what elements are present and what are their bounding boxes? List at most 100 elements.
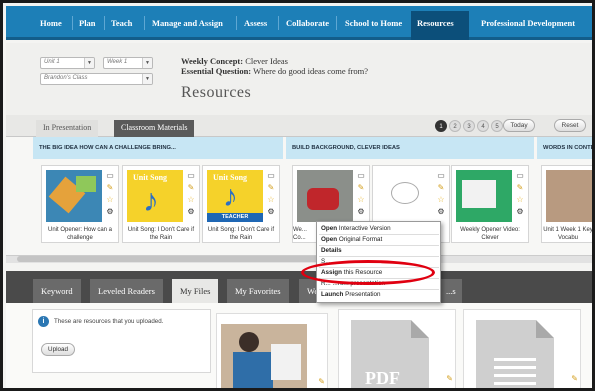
week-select[interactable]: Week 1 ▼ — [103, 57, 153, 69]
top-nav: Home Plan Teach Manage and Assign Assess… — [6, 6, 592, 40]
tab-my-favorites[interactable]: My Favorites — [227, 279, 289, 303]
gear-icon[interactable]: ⚙ — [265, 206, 277, 218]
star-icon[interactable]: ☆ — [514, 194, 526, 206]
card-label: We... Co... — [293, 227, 307, 241]
pencil-icon[interactable]: ✎ — [571, 374, 578, 383]
concept-value: Clever Ideas — [245, 56, 288, 66]
page-2-button[interactable]: 2 — [449, 120, 461, 132]
star-icon[interactable]: ☆ — [265, 194, 277, 206]
card-label: Unit Opener: How can a challenge — [47, 227, 113, 241]
presentation-tab-row: In Presentation Classroom Materials 1 2 … — [6, 115, 592, 137]
presentation-icon[interactable]: ▭ — [265, 170, 277, 182]
nav-home[interactable]: Home — [40, 18, 62, 28]
tab-leveled-readers[interactable]: Leveled Readers — [90, 279, 163, 303]
pencil-icon[interactable]: ✎ — [435, 182, 447, 194]
scrollbar-thumb[interactable] — [17, 256, 367, 262]
nav-teach[interactable]: Teach — [111, 18, 132, 28]
nav-separator — [236, 16, 237, 30]
nav-resources[interactable]: Resources — [417, 18, 454, 28]
pencil-icon[interactable]: ✎ — [265, 182, 277, 194]
chevron-down-icon: ▼ — [142, 74, 152, 84]
page-3-button[interactable]: 3 — [463, 120, 475, 132]
nav-separator — [336, 16, 337, 30]
nav-school-to-home[interactable]: School to Home — [345, 18, 402, 28]
nav-plan[interactable]: Plan — [79, 18, 96, 28]
card-label: Unit Song: I Don't Care if the Rain — [207, 227, 275, 241]
presentation-icon[interactable]: ▭ — [185, 170, 197, 182]
highlight-ring — [301, 260, 435, 285]
presentation-icon[interactable]: ▭ — [355, 170, 367, 182]
section-header: BUILD BACKGROUND, CLEVER IDEAS — [286, 137, 534, 159]
tab-classroom-materials[interactable]: Classroom Materials — [114, 120, 195, 137]
card-tools: ▭ ✎ ☆ ⚙ — [104, 170, 116, 218]
text-line — [494, 358, 536, 361]
menu-item-open-original[interactable]: Open Original Format — [321, 236, 382, 243]
unit-select[interactable]: Unit 1 ▼ — [40, 57, 95, 69]
menu-item-bold: Details — [321, 247, 342, 254]
card-tools: ▭ ✎ ☆ ⚙ — [185, 170, 197, 218]
file-card[interactable]: PDF ✎ — [338, 309, 456, 388]
card-tools: ▭ ✎ ☆ ⚙ — [265, 170, 277, 218]
card-tools: ▭ ✎ ☆ ⚙ — [355, 170, 367, 218]
menu-item-text: Presentation — [343, 291, 381, 298]
gear-icon[interactable]: ⚙ — [104, 206, 116, 218]
page-4-button[interactable]: 4 — [477, 120, 489, 132]
today-button[interactable]: Today — [503, 119, 535, 132]
page-1-button[interactable]: 1 — [435, 120, 447, 132]
star-icon[interactable]: ☆ — [355, 194, 367, 206]
pencil-icon[interactable]: ✎ — [318, 377, 325, 386]
file-card[interactable]: ✎ — [216, 313, 328, 388]
tab-my-files[interactable]: My Files — [172, 279, 219, 303]
page-fold — [411, 320, 429, 338]
star-icon[interactable]: ☆ — [104, 194, 116, 206]
upload-button[interactable]: Upload — [41, 343, 75, 356]
menu-item-launch-presentation[interactable]: Launch Presentation — [321, 291, 381, 298]
presentation-icon[interactable]: ▭ — [104, 170, 116, 182]
question-value: Where do good ideas come from? — [253, 66, 369, 76]
nav-assess[interactable]: Assess — [244, 18, 267, 28]
concept-label: Weekly Concept: — [181, 56, 244, 66]
gear-icon[interactable]: ⚙ — [435, 206, 447, 218]
card-tools: ▭ ✎ ☆ ⚙ — [514, 170, 526, 218]
gear-icon[interactable]: ⚙ — [514, 206, 526, 218]
card-thumbnail — [377, 170, 433, 222]
music-note-icon: ♪ — [143, 182, 159, 218]
presentation-icon[interactable]: ▭ — [514, 170, 526, 182]
teacher-badge: TEACHER — [207, 213, 263, 222]
menu-item-details[interactable]: Details — [321, 247, 342, 254]
photo-thumbnail — [221, 324, 307, 388]
presentation-icon[interactable]: ▭ — [435, 170, 447, 182]
pdf-label: PDF — [365, 368, 400, 388]
graphic-shape — [239, 332, 259, 352]
tab-in-presentation[interactable]: In Presentation — [36, 120, 99, 137]
document-file-icon — [476, 320, 554, 388]
menu-item-bold: Launch — [321, 291, 344, 298]
reset-button[interactable]: Reset — [554, 119, 586, 132]
nav-separator — [144, 16, 145, 30]
pencil-icon[interactable]: ✎ — [185, 182, 197, 194]
page-title: Resources — [181, 84, 252, 101]
nav-professional-development[interactable]: Professional Development — [481, 18, 575, 28]
file-card[interactable]: ✎ — [463, 309, 581, 388]
nav-manage-assign[interactable]: Manage and Assign — [152, 18, 223, 28]
gear-icon[interactable]: ⚙ — [185, 206, 197, 218]
pencil-icon[interactable]: ✎ — [514, 182, 526, 194]
menu-divider — [319, 289, 439, 290]
pencil-icon[interactable]: ✎ — [104, 182, 116, 194]
graphic-shape — [307, 188, 339, 210]
star-icon[interactable]: ☆ — [185, 194, 197, 206]
gear-icon[interactable]: ⚙ — [355, 206, 367, 218]
class-select[interactable]: Brandon's Class ▼ — [40, 73, 153, 85]
star-icon[interactable]: ☆ — [435, 194, 447, 206]
tab-keyword[interactable]: Keyword — [33, 279, 81, 303]
menu-item-bold: Open — [321, 236, 338, 243]
nav-collaborate[interactable]: Collaborate — [286, 18, 329, 28]
page-5-button[interactable]: 5 — [491, 120, 503, 132]
pencil-icon[interactable]: ✎ — [446, 374, 453, 383]
section-header: THE BIG IDEA HOW CAN A CHALLENGE BRING..… — [33, 137, 283, 159]
tab-resources[interactable]: ...s — [438, 279, 462, 303]
menu-item-open-interactive[interactable]: Open Interactive Version — [321, 225, 391, 232]
card-thumbnail: Unit Song ♪ — [127, 170, 183, 222]
section-header: WORDS IN CONTE — [537, 137, 592, 159]
pencil-icon[interactable]: ✎ — [355, 182, 367, 194]
